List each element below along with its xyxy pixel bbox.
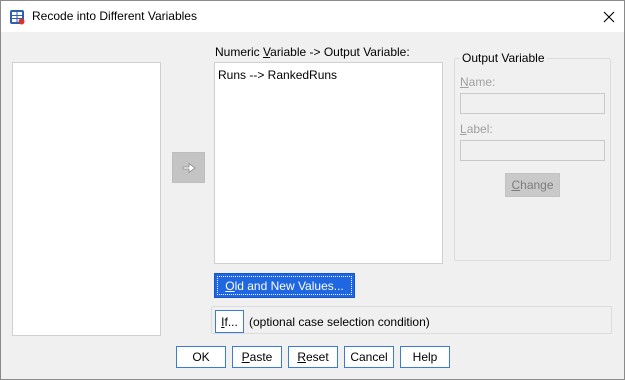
cancel-button[interactable]: Cancel [344,346,394,368]
source-variable-list[interactable] [12,62,161,336]
name-label: Name: [460,75,496,89]
title-bar: Recode into Different Variables [1,1,624,32]
output-variable-group-title: Output Variable [460,51,547,65]
ok-button[interactable]: OK [176,346,226,368]
target-list-label: Numeric Variable -> Output Variable: [215,45,410,59]
change-button[interactable]: Change [505,173,560,197]
name-field[interactable] [460,93,605,114]
old-and-new-values-button[interactable]: Old and New Values... [214,273,355,298]
if-button[interactable]: If... [215,310,244,333]
reset-button[interactable]: Reset [288,346,338,368]
window-title: Recode into Different Variables [32,9,197,23]
label-field[interactable] [460,140,605,161]
list-item[interactable]: Runs --> RankedRuns [218,68,337,82]
label-label: Label: [460,122,493,136]
recode-dialog: Recode into Different Variables Numeric … [0,0,625,380]
recode-table-icon [9,9,25,25]
help-button[interactable]: Help [400,346,450,368]
paste-button[interactable]: Paste [232,346,282,368]
numeric-output-variable-list[interactable]: Runs --> RankedRuns [214,62,443,264]
close-button[interactable] [594,1,624,32]
move-variable-button[interactable] [172,152,205,183]
right-arrow-icon [182,162,196,173]
close-icon [603,11,615,22]
if-condition-description: (optional case selection condition) [249,315,430,329]
